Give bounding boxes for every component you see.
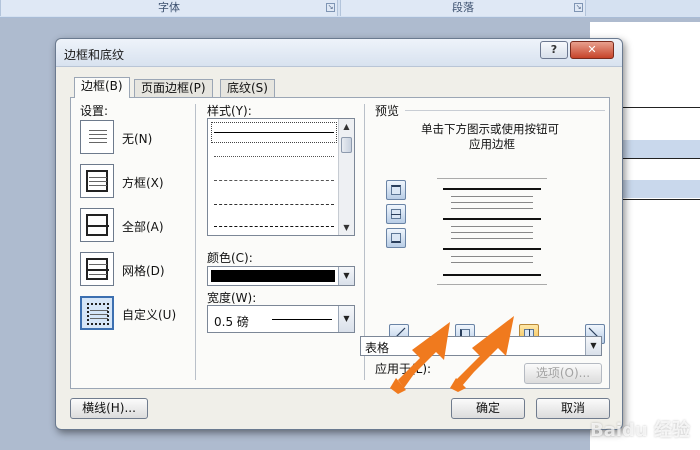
watermark-url: jingyan.baidu.com [591,439,684,450]
annotation-arrow-icon [390,322,450,394]
annotation-arrows [390,316,514,394]
tab-borders[interactable]: 边框(B) [74,77,130,98]
annotation-arrow-icon [450,316,514,392]
